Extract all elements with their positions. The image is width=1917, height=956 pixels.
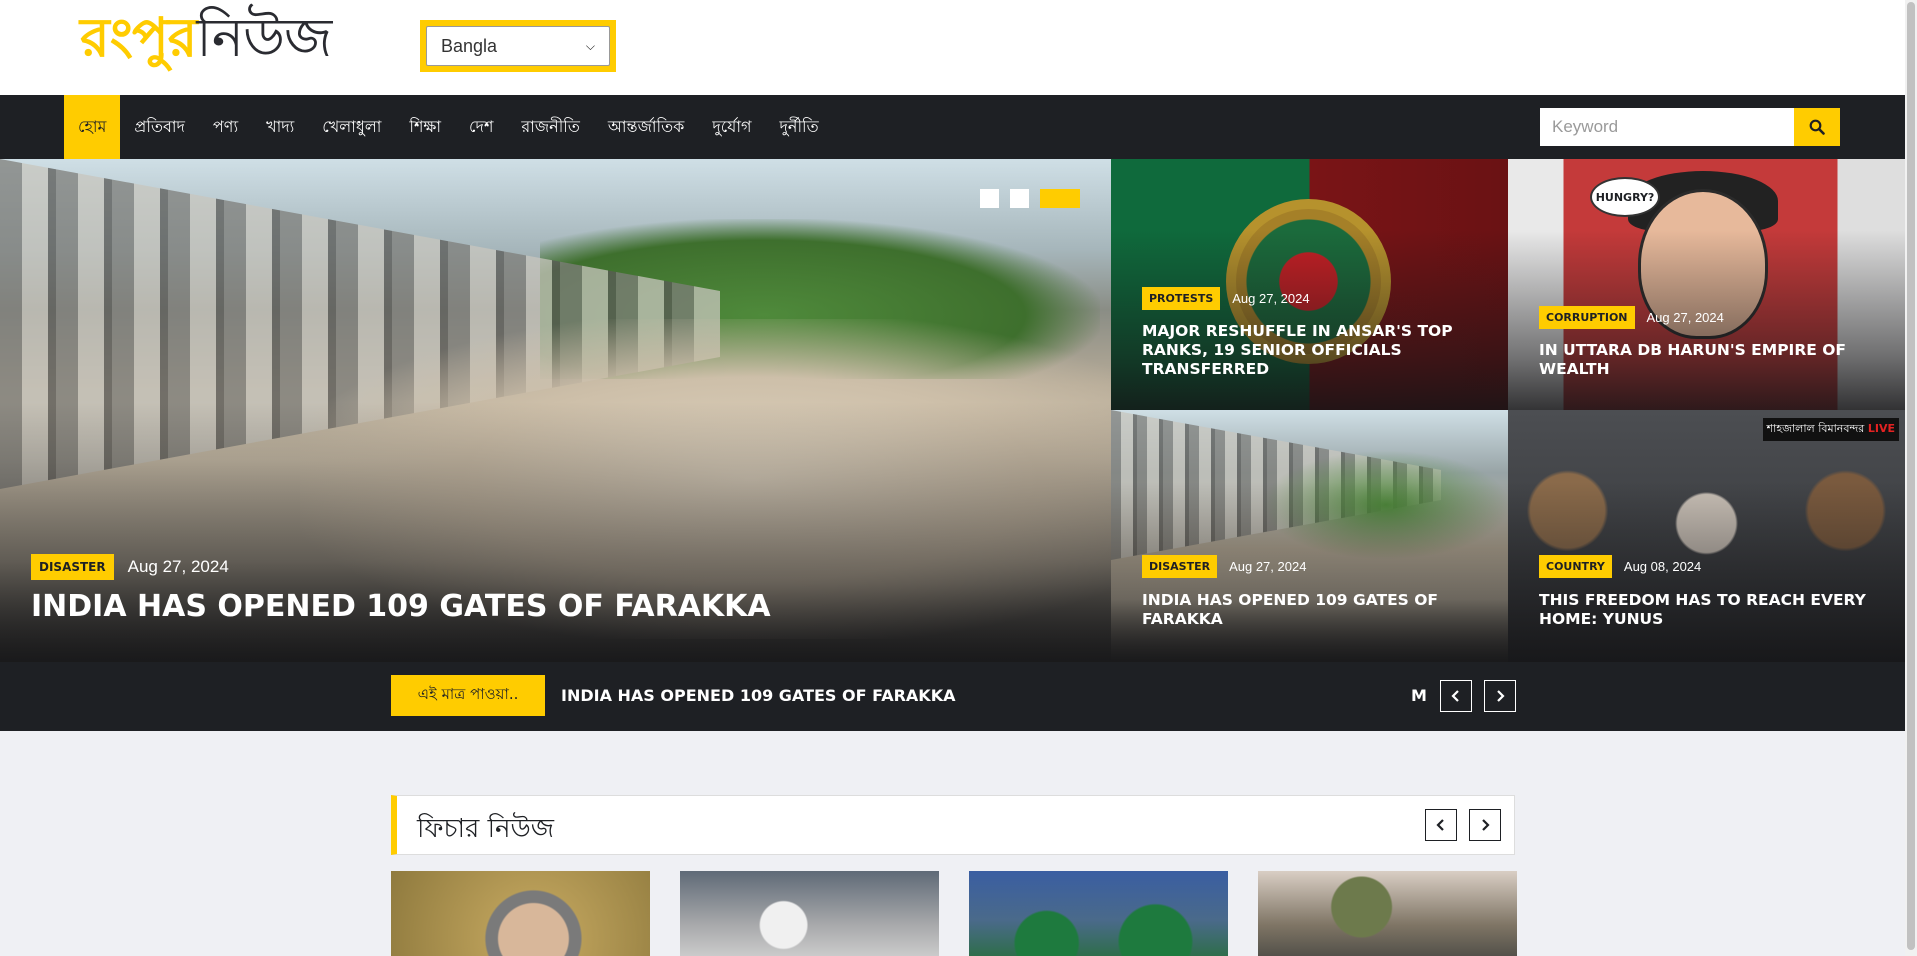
page-scrollbar[interactable]: [1905, 0, 1917, 956]
news-tile[interactable]: PROTESTS Aug 27, 2024 MAJOR RESHUFFLE IN…: [1111, 159, 1508, 410]
hero-slide[interactable]: DISASTER Aug 27, 2024 INDIA HAS OPENED 1…: [0, 159, 1111, 662]
site-logo[interactable]: রংপুর নিউজ: [80, 5, 332, 86]
search-button[interactable]: [1794, 108, 1840, 146]
category-badge[interactable]: CORRUPTION: [1539, 306, 1635, 329]
featured-card[interactable]: [391, 871, 650, 956]
nav-item-corruption[interactable]: দুর্নীতি: [766, 95, 833, 159]
post-date: Aug 08, 2024: [1623, 559, 1702, 574]
featured-prev-button[interactable]: [1425, 809, 1457, 841]
nav-item-international[interactable]: আন্তর্জাতিক: [594, 95, 698, 159]
logo-part-2: নিউজ: [196, 6, 332, 69]
featured-card[interactable]: [969, 871, 1228, 956]
chevron-down-icon: ⌵: [585, 38, 595, 53]
nav-item-product[interactable]: পণ্য: [199, 95, 252, 159]
slider-dot-1[interactable]: [980, 189, 999, 208]
image-caption: HUNGRY?: [1590, 177, 1660, 217]
news-tile[interactable]: HUNGRY? CORRUPTION Aug 27, 2024 IN UTTAR…: [1508, 159, 1905, 410]
featured-news-header: ফিচার নিউজ: [391, 795, 1515, 855]
logo-part-1: রংপুর: [80, 5, 197, 69]
slider-dot-2[interactable]: [1010, 189, 1029, 208]
site-header: রংপুর নিউজ Bangla ⌵: [0, 0, 1905, 95]
chevron-left-icon: [1451, 690, 1459, 702]
breaking-news-ticker: এই মাত্র পাওয়া.. INDIA HAS OPENED 109 G…: [0, 662, 1905, 731]
nav-item-food[interactable]: খাদ্য: [252, 95, 308, 159]
language-selector-wrapper: Bangla ⌵: [420, 20, 616, 72]
language-select[interactable]: Bangla ⌵: [426, 26, 610, 66]
scrollbar-thumb[interactable]: [1907, 2, 1915, 950]
tile-meta: DISASTER Aug 27, 2024: [1142, 555, 1306, 578]
featured-card[interactable]: [1258, 871, 1517, 956]
tile-meta: COUNTRY Aug 08, 2024: [1539, 555, 1701, 578]
nav-item-disaster[interactable]: দুর্যোগ: [698, 95, 765, 159]
search-icon: [1809, 119, 1825, 135]
ticker-next-fragment: M: [1411, 686, 1427, 705]
language-select-value: Bangla: [441, 35, 498, 56]
tile-headline[interactable]: THIS FREEDOM HAS TO REACH EVERY HOME: YU…: [1539, 591, 1885, 629]
post-date: Aug 27, 2024: [1646, 310, 1724, 325]
tile-headline[interactable]: IN UTTARA DB HARUN'S EMPIRE OF WEALTH: [1539, 341, 1885, 379]
nav-item-politics[interactable]: রাজনীতি: [507, 95, 593, 159]
search-form: Keyword: [1540, 108, 1840, 146]
category-badge[interactable]: DISASTER: [1142, 555, 1218, 578]
ticker-headline[interactable]: INDIA HAS OPENED 109 GATES OF FARAKKA: [561, 686, 955, 705]
news-tile[interactable]: শাহজালাল বিমানবন্দর LIVE COUNTRY Aug 08,…: [1508, 410, 1905, 662]
ticker-label: এই মাত্র পাওয়া..: [391, 675, 545, 716]
search-input[interactable]: Keyword: [1540, 108, 1794, 146]
post-date: Aug 27, 2024: [127, 557, 229, 576]
ticker-next-button[interactable]: [1484, 680, 1516, 712]
chevron-left-icon: [1436, 819, 1444, 831]
nav-menu: হোম প্রতিবাদ পণ্য খাদ্য খেলাধুলা শিক্ষা …: [64, 95, 833, 159]
nav-item-sports[interactable]: খেলাধুলা: [308, 95, 395, 159]
featured-next-button[interactable]: [1469, 809, 1501, 841]
slider-dots: [980, 189, 1080, 208]
tile-headline[interactable]: MAJOR RESHUFFLE IN ANSAR'S TOP RANKS, 19…: [1142, 322, 1488, 379]
post-date: Aug 27, 2024: [1229, 559, 1307, 574]
live-tag: শাহজালাল বিমানবন্দর LIVE: [1762, 418, 1899, 441]
hero-meta: DISASTER Aug 27, 2024: [31, 554, 229, 580]
slider-dot-3[interactable]: [1040, 189, 1080, 208]
nav-item-education[interactable]: শিক্ষা: [395, 95, 455, 159]
chevron-right-icon: [1482, 819, 1490, 831]
category-badge[interactable]: DISASTER: [31, 554, 114, 580]
ticker-prev-button[interactable]: [1440, 680, 1472, 712]
hero-headline[interactable]: INDIA HAS OPENED 109 GATES OF FARAKKA: [31, 589, 1081, 624]
section-title: ফিচার নিউজ: [417, 814, 555, 844]
featured-cards: [391, 871, 1517, 956]
news-tile[interactable]: DISASTER Aug 27, 2024 INDIA HAS OPENED 1…: [1111, 410, 1508, 662]
tile-headline[interactable]: INDIA HAS OPENED 109 GATES OF FARAKKA: [1142, 591, 1488, 629]
category-badge[interactable]: PROTESTS: [1142, 287, 1221, 310]
tile-meta: PROTESTS Aug 27, 2024: [1142, 287, 1310, 310]
category-badge[interactable]: COUNTRY: [1539, 555, 1612, 578]
nav-item-country[interactable]: দেশ: [455, 95, 507, 159]
chevron-right-icon: [1497, 690, 1505, 702]
tile-meta: CORRUPTION Aug 27, 2024: [1539, 306, 1724, 329]
nav-item-home[interactable]: হোম: [64, 95, 121, 159]
main-navbar: হোম প্রতিবাদ পণ্য খাদ্য খেলাধুলা শিক্ষা …: [0, 95, 1905, 159]
featured-card[interactable]: [680, 871, 939, 956]
nav-item-protest[interactable]: প্রতিবাদ: [120, 95, 198, 159]
post-date: Aug 27, 2024: [1232, 291, 1310, 306]
